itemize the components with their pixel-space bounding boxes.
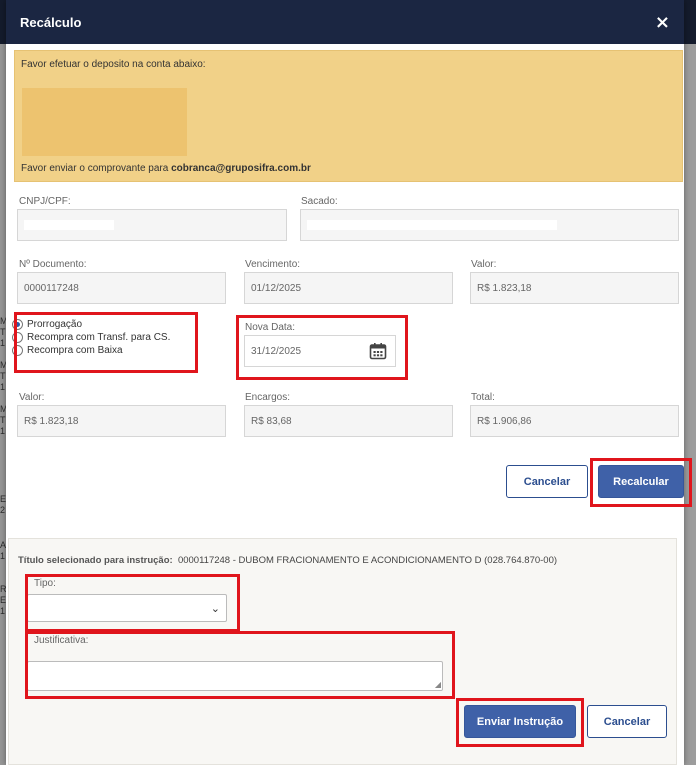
sacado-redacted	[307, 220, 557, 230]
modal-header: Recálculo ×	[6, 0, 684, 44]
vencimento-label: Vencimento:	[245, 259, 301, 270]
proof-email: cobranca@gruposifra.com.br	[171, 163, 311, 174]
highlight-nova-data	[236, 315, 408, 380]
vencimento-field: 01/12/2025	[244, 272, 453, 304]
encargos-label: Encargos:	[245, 392, 291, 403]
highlight-justificativa	[25, 631, 455, 699]
bank-account-redacted	[22, 88, 187, 156]
cnpj-redacted	[24, 220, 114, 230]
documento-field: 0000117248	[17, 272, 226, 304]
highlight-options	[14, 312, 198, 373]
cancel-button[interactable]: Cancelar	[506, 465, 588, 498]
valor-top-field: R$ 1.823,18	[470, 272, 679, 304]
total-field: R$ 1.906,86	[470, 405, 679, 437]
encargos-field: R$ 83,68	[244, 405, 453, 437]
selected-title: Título selecionado para instrução: 00001…	[18, 555, 557, 566]
cnpj-label: CNPJ/CPF:	[19, 196, 71, 207]
modal-title: Recálculo	[20, 14, 82, 30]
cancel-instruction-button[interactable]: Cancelar	[587, 705, 667, 738]
close-icon[interactable]: ×	[655, 12, 670, 33]
cnpj-field	[17, 209, 287, 241]
documento-label: Nº Documento:	[19, 259, 87, 270]
valor-field: R$ 1.823,18	[17, 405, 226, 437]
sacado-label: Sacado:	[301, 196, 338, 207]
selected-title-label: Título selecionado para instrução:	[18, 555, 173, 566]
total-label: Total:	[471, 392, 495, 403]
highlight-enviar	[456, 698, 584, 747]
sacado-field	[300, 209, 679, 241]
deposit-instruction: Favor efetuar o deposito na conta abaixo…	[21, 59, 206, 70]
selected-title-value: 0000117248 - DUBOM FRACIONAMENTO E ACOND…	[177, 555, 558, 566]
highlight-tipo	[25, 574, 240, 632]
valor-top-label: Valor:	[471, 259, 497, 270]
highlight-recalcular	[590, 458, 692, 507]
proof-text: Favor enviar o comprovante para	[21, 163, 172, 174]
valor-label: Valor:	[19, 392, 45, 403]
deposit-notice: Favor efetuar o deposito na conta abaixo…	[14, 50, 683, 182]
proof-instruction: Favor enviar o comprovante para cobranca…	[21, 163, 311, 174]
